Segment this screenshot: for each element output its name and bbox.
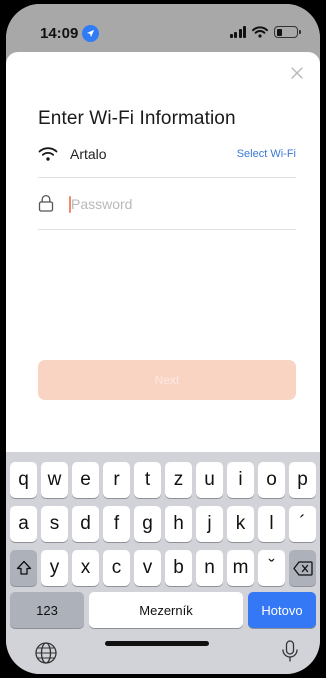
- wifi-icon: [38, 147, 58, 161]
- key-y[interactable]: y: [41, 550, 68, 586]
- key-p[interactable]: p: [289, 462, 316, 498]
- key-i[interactable]: i: [227, 462, 254, 498]
- status-time: 14:09: [40, 25, 79, 42]
- done-key[interactable]: Hotovo: [248, 592, 316, 628]
- battery-icon: [274, 26, 301, 38]
- key-z[interactable]: z: [165, 462, 192, 498]
- wifi-network-name: Artalo: [70, 146, 107, 162]
- key-e[interactable]: e: [72, 462, 99, 498]
- wifi-icon: [252, 26, 268, 38]
- cellular-signal-icon: [229, 26, 246, 38]
- next-button[interactable]: Next: [38, 360, 296, 400]
- key-a[interactable]: a: [10, 506, 37, 542]
- key-f[interactable]: f: [103, 506, 130, 542]
- wifi-sheet: Enter Wi-Fi Information Artalo Select Wi…: [6, 52, 320, 452]
- key-h[interactable]: h: [165, 506, 192, 542]
- key-x[interactable]: x: [72, 550, 99, 586]
- shift-key[interactable]: [10, 550, 37, 586]
- key-d[interactable]: d: [72, 506, 99, 542]
- shift-icon: [16, 560, 31, 575]
- key-b[interactable]: b: [165, 550, 192, 586]
- globe-icon[interactable]: [33, 640, 59, 666]
- key-t[interactable]: t: [134, 462, 161, 498]
- key-m[interactable]: m: [227, 550, 254, 586]
- key-j[interactable]: j: [196, 506, 223, 542]
- key-s[interactable]: s: [41, 506, 68, 542]
- key-n[interactable]: n: [196, 550, 223, 586]
- key-u[interactable]: u: [196, 462, 223, 498]
- close-icon[interactable]: [288, 64, 306, 82]
- key-l[interactable]: l: [258, 506, 285, 542]
- numbers-key[interactable]: 123: [10, 592, 84, 628]
- key-w[interactable]: w: [41, 462, 68, 498]
- key-g[interactable]: g: [134, 506, 161, 542]
- password-input[interactable]: [68, 194, 288, 214]
- phone-screen: 14:09 Enter Wi-Fi Information Artalo Sel…: [6, 4, 320, 674]
- location-arrow-icon: [82, 25, 99, 42]
- key-caron[interactable]: ˇ: [258, 550, 285, 586]
- key-q[interactable]: q: [10, 462, 37, 498]
- backspace-icon: [292, 560, 313, 576]
- password-row: [38, 192, 296, 230]
- key-acute-accent[interactable]: ´: [289, 506, 316, 542]
- key-c[interactable]: c: [103, 550, 130, 586]
- page-title: Enter Wi-Fi Information: [38, 108, 236, 129]
- key-o[interactable]: o: [258, 462, 285, 498]
- key-r[interactable]: r: [103, 462, 130, 498]
- microphone-icon[interactable]: [277, 638, 303, 664]
- key-v[interactable]: v: [134, 550, 161, 586]
- key-k[interactable]: k: [227, 506, 254, 542]
- select-wifi-link[interactable]: Select Wi-Fi: [237, 148, 296, 160]
- lock-icon: [38, 194, 54, 212]
- space-key[interactable]: Mezerník: [89, 592, 243, 628]
- wifi-network-row: Artalo Select Wi-Fi: [38, 142, 296, 178]
- status-icons: [229, 26, 301, 38]
- backspace-key[interactable]: [289, 550, 316, 586]
- status-bar: 14:09: [6, 4, 320, 52]
- home-indicator[interactable]: [105, 641, 209, 646]
